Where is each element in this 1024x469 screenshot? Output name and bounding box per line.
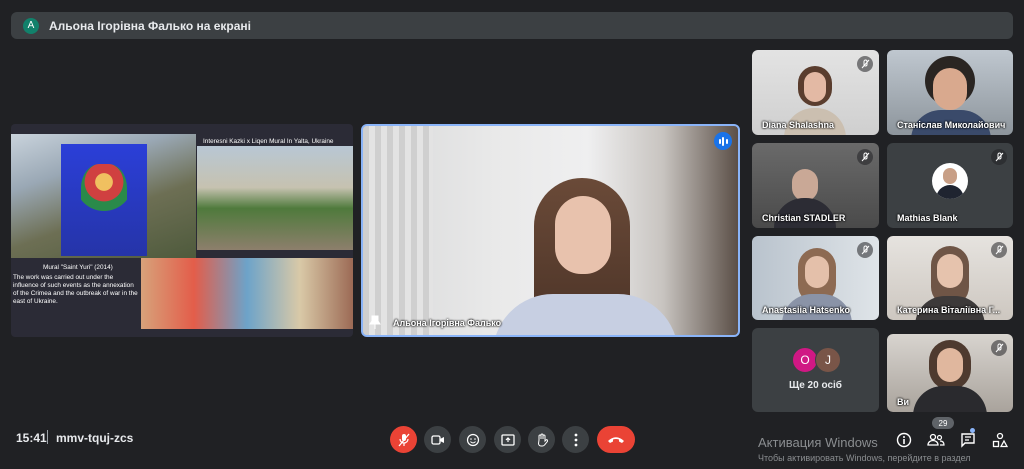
activities-icon xyxy=(992,432,1008,448)
speaking-indicator-icon xyxy=(714,132,732,150)
participant-name: Christian STADLER xyxy=(762,213,846,223)
more-participants-tile[interactable]: O J Ще 20 осіб xyxy=(752,328,879,412)
windows-activation-subtitle: Чтобы активировать Windows, перейдите в … xyxy=(758,453,971,463)
people-icon xyxy=(927,433,945,446)
activities-button[interactable] xyxy=(990,430,1010,450)
participant-tile[interactable]: Станіслав Миколайович xyxy=(887,50,1013,135)
raise-hand-button[interactable] xyxy=(528,426,555,453)
mic-off-icon xyxy=(857,149,873,165)
presentation-tile[interactable]: Interesni Kazki x Liqen Mural In Yalta, … xyxy=(11,124,353,337)
presenting-title: Альона Ігорівна Фалько на екрані xyxy=(49,18,252,33)
participant-name: Ви xyxy=(897,397,910,407)
presenter-avatar: A xyxy=(23,17,39,34)
mic-off-icon xyxy=(991,340,1007,356)
people-button[interactable] xyxy=(926,430,946,450)
mic-toggle-button[interactable] xyxy=(390,426,417,453)
windows-activation-title: Активация Windows xyxy=(758,435,878,450)
speaker-name: Альона Ігорівна Фалько xyxy=(393,318,502,328)
camera-toggle-button[interactable] xyxy=(424,426,451,453)
mural-photo-yalta xyxy=(197,146,353,250)
main-speaker-tile[interactable]: Альона Ігорівна Фалько xyxy=(361,124,740,337)
reactions-button[interactable] xyxy=(459,426,486,453)
present-icon xyxy=(500,433,515,446)
mic-off-icon xyxy=(398,433,409,446)
slide-caption-body: The work was carried out under the influ… xyxy=(13,274,138,305)
raise-hand-icon xyxy=(537,433,548,446)
mic-off-icon xyxy=(857,242,873,258)
more-participants-label: Ще 20 осіб xyxy=(789,380,842,391)
slide-caption-mural: Mural "Saint Yuri" (2014) xyxy=(43,264,113,271)
participant-tile[interactable]: Mathias Blank xyxy=(887,143,1013,228)
meeting-code: mmv-tquj-zcs xyxy=(56,431,134,445)
participant-name: Катерина Віталіївна Г... xyxy=(897,305,1001,315)
camera-icon xyxy=(430,434,444,445)
mural-photo-wall xyxy=(141,258,353,329)
more-options-button[interactable] xyxy=(562,426,589,453)
mic-off-icon xyxy=(991,242,1007,258)
clock: 15:41 xyxy=(16,431,47,445)
participant-count-badge: 29 xyxy=(932,417,954,429)
mic-off-icon xyxy=(991,149,1007,165)
pin-icon[interactable] xyxy=(369,315,381,329)
participant-name: Станіслав Миколайович xyxy=(897,120,1006,130)
emoji-icon xyxy=(466,433,479,446)
divider xyxy=(47,430,48,444)
leave-call-button[interactable] xyxy=(597,426,635,453)
participant-tile[interactable]: Christian STADLER xyxy=(752,143,879,228)
present-now-button[interactable] xyxy=(494,426,521,453)
participant-name: Anastasiia Hatsenko xyxy=(762,305,851,315)
chat-unread-dot xyxy=(970,428,975,433)
participant-tile[interactable]: Diana Shalashna xyxy=(752,50,879,135)
info-icon xyxy=(896,432,912,448)
call-end-icon xyxy=(608,436,624,443)
self-tile[interactable]: Ви xyxy=(887,334,1013,412)
slide-text-block: Mural "Saint Yuri" (2014) The work was c… xyxy=(11,258,141,329)
participant-tile[interactable]: Катерина Віталіївна Г... xyxy=(887,236,1013,320)
participant-tile[interactable]: Anastasiia Hatsenko xyxy=(752,236,879,320)
meeting-details-button[interactable] xyxy=(894,430,914,450)
participant-name: Mathias Blank xyxy=(897,213,958,223)
more-vert-icon xyxy=(574,433,577,446)
presenting-banner: A Альона Ігорівна Фалько на екрані xyxy=(11,12,1013,39)
participant-name: Diana Shalashna xyxy=(762,120,835,130)
mural-photo-saint-yuri xyxy=(11,134,196,258)
chat-button[interactable] xyxy=(958,430,978,450)
participant-avatar: J xyxy=(815,347,841,373)
chat-icon xyxy=(961,433,975,448)
mic-off-icon xyxy=(857,56,873,72)
